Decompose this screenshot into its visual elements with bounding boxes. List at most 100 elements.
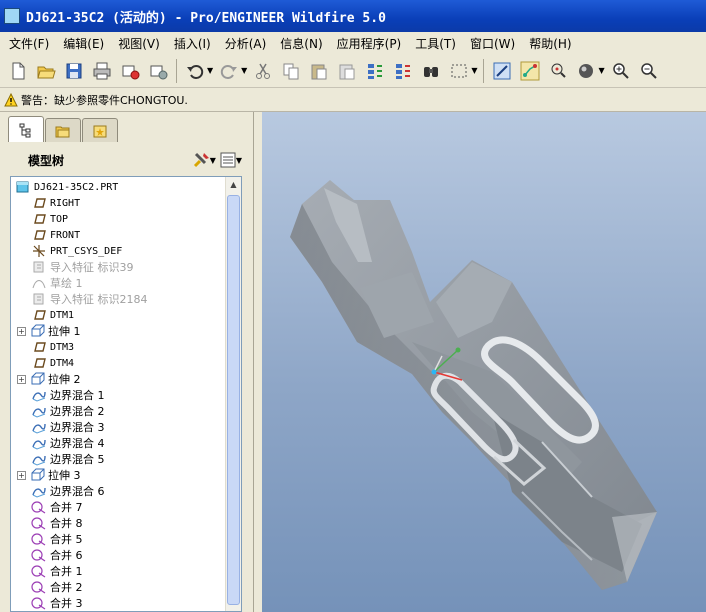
display-style-icon[interactable] [574, 59, 598, 83]
expand-icon[interactable]: + [17, 470, 26, 480]
tree-item[interactable]: 合并 7 [31, 499, 83, 515]
model-view [290, 180, 657, 590]
tree-item[interactable]: DJ621-35C2.PRT [15, 179, 118, 195]
tree-item[interactable]: DTM3 [31, 339, 74, 355]
menu-bar: 文件(F) 编辑(E) 视图(V) 插入(I) 分析(A) 信息(N) 应用程序… [0, 32, 706, 54]
tree-item[interactable]: 边界混合 1 [31, 387, 105, 403]
tree-item[interactable]: 边界混合 3 [31, 419, 105, 435]
tree-item[interactable]: 合并 6 [31, 547, 83, 563]
menu-window[interactable]: 窗口(W) [463, 35, 522, 52]
scroll-thumb[interactable] [227, 195, 240, 605]
tree-item[interactable]: TOP [31, 211, 68, 227]
boundary-blend-icon [31, 436, 47, 450]
merge-icon [31, 548, 47, 562]
navigator-panel: 模型树 ▼ ▼ 合并 3 合并 2 合并 1 合并 6 合并 5 合并 8 合并 7 边界混合… [0, 112, 254, 612]
tree-item-label: 合并 6 [50, 549, 83, 562]
model-tree-header: 模型树 ▼ ▼ [0, 144, 254, 176]
tree-item-label: 合并 7 [50, 501, 83, 514]
tree-item[interactable]: 合并 5 [31, 531, 83, 547]
tree-settings-icon[interactable] [192, 150, 212, 170]
tree-item-label: 边界混合 4 [50, 437, 105, 450]
tree-scrollbar[interactable]: ▲ [225, 177, 241, 611]
tree-item[interactable]: + 拉伸 1 [17, 323, 81, 339]
navigator-tabs [8, 116, 119, 142]
tree-item[interactable]: 合并 3 [31, 595, 83, 611]
redo-icon[interactable] [217, 59, 241, 83]
undo-dropdown-icon[interactable]: ▼ [207, 66, 213, 75]
repaint-icon[interactable] [490, 59, 514, 83]
tab-folder-browser[interactable] [45, 118, 81, 142]
copy-icon[interactable] [279, 59, 303, 83]
tree-item[interactable]: 导入特征 标识39 [31, 259, 134, 275]
tree-item[interactable]: 合并 8 [31, 515, 83, 531]
select-dropdown-icon[interactable]: ▼ [471, 66, 477, 75]
zoom-out-icon[interactable] [637, 59, 661, 83]
title-bar[interactable]: DJ621-35C2 (活动的) - Pro/ENGINEER Wildfire… [0, 0, 706, 32]
paste-special-icon[interactable] [335, 59, 359, 83]
tree-item[interactable]: 边界混合 6 [31, 483, 105, 499]
tab-model-tree[interactable] [8, 116, 44, 142]
tree-item[interactable]: DTM1 [31, 307, 74, 323]
datum-plane-icon [31, 308, 47, 322]
tree-item[interactable]: RIGHT [31, 195, 80, 211]
spin-center-icon[interactable] [518, 59, 542, 83]
new-file-icon[interactable] [6, 59, 30, 83]
menu-tools[interactable]: 工具(T) [408, 35, 463, 52]
expand-icon[interactable]: + [17, 326, 26, 336]
scroll-up-icon[interactable]: ▲ [226, 177, 241, 192]
find-icon[interactable] [419, 59, 443, 83]
menu-insert[interactable]: 插入(I) [167, 35, 218, 52]
send-mail-icon[interactable] [118, 59, 142, 83]
boundary-blend-icon [31, 484, 47, 498]
zoom-in-icon[interactable] [609, 59, 633, 83]
tree-item[interactable]: 边界混合 5 [31, 451, 105, 467]
regenerate-icon[interactable] [363, 59, 387, 83]
tree-item-label: RIGHT [50, 197, 81, 209]
send-link-icon[interactable] [146, 59, 170, 83]
tree-item[interactable]: + 拉伸 3 [17, 467, 81, 483]
expand-icon[interactable]: + [17, 374, 26, 384]
panel-sash[interactable] [254, 112, 262, 612]
show-columns-icon[interactable] [218, 150, 238, 170]
open-folder-icon[interactable] [34, 59, 58, 83]
panel-title: 模型树 [28, 153, 65, 168]
undo-icon[interactable] [183, 59, 207, 83]
menu-applications[interactable]: 应用程序(P) [330, 35, 409, 52]
tree-item[interactable]: 合并 1 [31, 563, 83, 579]
print-icon[interactable] [90, 59, 114, 83]
graphics-window[interactable] [262, 112, 706, 612]
tree-item[interactable]: 合并 2 [31, 579, 83, 595]
display-dropdown-icon[interactable]: ▼ [598, 66, 604, 75]
tab-favorites[interactable] [82, 118, 118, 142]
save-icon[interactable] [62, 59, 86, 83]
select-box-icon[interactable] [447, 59, 471, 83]
menu-analysis[interactable]: 分析(A) [218, 35, 274, 52]
menu-info[interactable]: 信息(N) [273, 35, 329, 52]
show-dropdown-icon[interactable]: ▼ [236, 156, 242, 165]
datum-plane-icon [31, 356, 47, 370]
tree-item[interactable]: 边界混合 4 [31, 435, 105, 451]
redo-dropdown-icon[interactable]: ▼ [241, 66, 247, 75]
tree-item-label: 边界混合 6 [50, 485, 105, 498]
boundary-blend-icon [31, 452, 47, 466]
menu-view[interactable]: 视图(V) [111, 35, 167, 52]
cut-icon[interactable] [251, 59, 275, 83]
tree-item[interactable]: PRT_CSYS_DEF [31, 243, 122, 259]
tree-item[interactable]: 草绘 1 [31, 275, 83, 291]
message-area: 警告：缺少参照零件CHONGTOU. [0, 88, 706, 112]
tree-item[interactable]: DTM4 [31, 355, 74, 371]
tree-item-label: 边界混合 1 [50, 389, 105, 402]
tree-item[interactable]: FRONT [31, 227, 80, 243]
tree-item[interactable]: 导入特征 标识2184 [31, 291, 148, 307]
menu-edit[interactable]: 编辑(E) [56, 35, 111, 52]
paste-icon[interactable] [307, 59, 331, 83]
tree-settings-dropdown-icon[interactable]: ▼ [210, 156, 216, 165]
warning-message: 警告：缺少参照零件CHONGTOU. [21, 93, 188, 107]
menu-file[interactable]: 文件(F) [2, 35, 56, 52]
tree-item[interactable]: + 拉伸 2 [17, 371, 81, 387]
regen-manager-icon[interactable] [391, 59, 415, 83]
tree-item[interactable]: 边界混合 2 [31, 403, 105, 419]
favorites-icon [93, 125, 107, 137]
menu-help[interactable]: 帮助(H) [522, 35, 578, 52]
orient-mode-icon[interactable] [546, 59, 570, 83]
